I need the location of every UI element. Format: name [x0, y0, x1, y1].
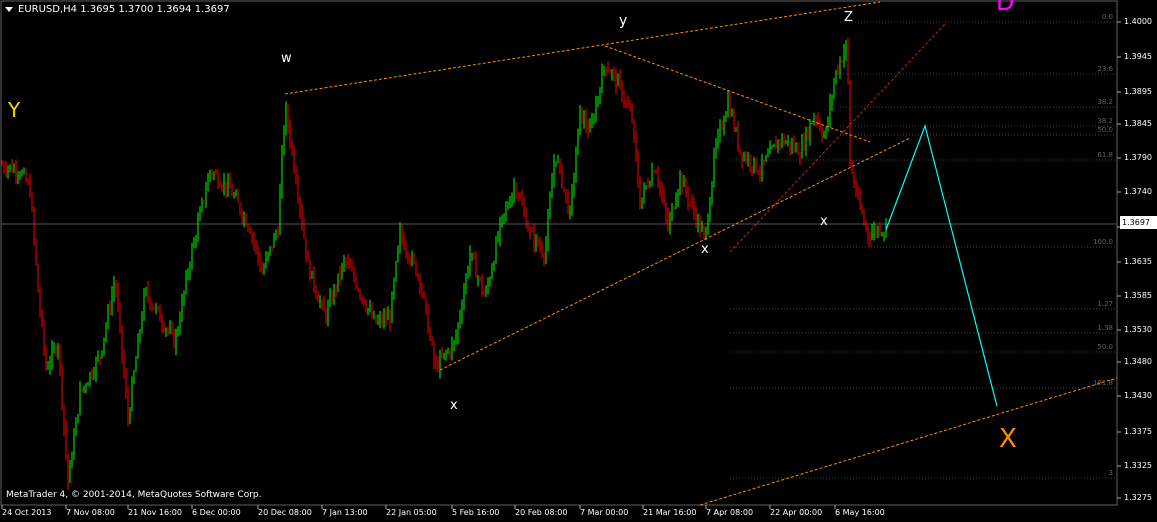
- copyright-text: MetaTrader 4, © 2001-2014, MetaQuotes So…: [6, 490, 262, 500]
- price-tick-label: 1.3945: [1124, 52, 1152, 61]
- wave-label: x: [820, 214, 828, 229]
- time-tick-label: 20 Feb 08:00: [515, 508, 568, 517]
- time-tick-label: 5 Feb 16:00: [452, 508, 500, 517]
- chart-menu-arrow-icon[interactable]: [5, 7, 13, 12]
- time-tick-label: 20 Dec 08:00: [258, 508, 312, 517]
- time-tick-label: 7 Apr 08:00: [706, 508, 754, 517]
- wave-label: y: [619, 13, 628, 29]
- wave-label: w: [281, 51, 292, 66]
- price-chart[interactable]: [0, 0, 1157, 522]
- price-tick-label: 1.3790: [1124, 153, 1152, 162]
- fib-level-label: 23.6: [1097, 65, 1113, 73]
- price-tick-label: 1.3895: [1124, 87, 1152, 96]
- fib-level-label: 50.0: [1097, 343, 1113, 351]
- price-tick-label: 1.3275: [1124, 493, 1152, 502]
- fib-level-label: 100.0: [1092, 238, 1113, 246]
- fib-level-label: 3: [1108, 469, 1113, 477]
- target-channel-line: [699, 377, 1118, 506]
- price-tick-label: 1.3585: [1124, 291, 1152, 300]
- fib-level-label: 1.38: [1097, 324, 1113, 332]
- projection-path: [885, 123, 998, 407]
- price-tick-label: 1.3635: [1124, 257, 1152, 266]
- fib-level-label: 1.27: [1097, 300, 1113, 308]
- symbol-info: EURUSD,H4 1.3695 1.3700 1.3694 1.3697: [18, 4, 230, 15]
- time-tick-label: 7 Jan 13:00: [322, 508, 368, 517]
- time-tick-label: 22 Apr 00:00: [770, 508, 823, 517]
- fib-level-label: 50.0: [1097, 126, 1113, 134]
- time-tick-label: 6 Dec 00:00: [192, 508, 241, 517]
- time-tick-label: 6 May 16:00: [835, 508, 885, 517]
- wave-label: D: [996, 0, 1015, 16]
- time-tick-label: 21 Mar 16:00: [643, 508, 697, 517]
- time-tick-label: 21 Nov 16:00: [128, 508, 182, 517]
- price-tick-label: 1.3845: [1124, 119, 1152, 128]
- price-tick-label: 1.3375: [1124, 427, 1152, 436]
- price-tick-label: 1.3740: [1124, 187, 1152, 196]
- wave-label: x: [450, 398, 458, 413]
- fib-level-label: 61.8: [1097, 151, 1113, 159]
- wave-label: Y: [8, 98, 21, 122]
- fan-line: [729, 23, 946, 253]
- price-tick-label: 1.3430: [1124, 391, 1152, 400]
- channel-upper-line: [284, 1, 881, 95]
- channel-lower-line: [439, 137, 911, 371]
- wave-label: x: [701, 242, 709, 257]
- time-tick-label: 7 Mar 00:00: [580, 508, 629, 517]
- fib-level-label: 38.2: [1097, 117, 1113, 125]
- chart-window[interactable]: EURUSD,H4 1.3695 1.3700 1.3694 1.3697 Me…: [0, 0, 1157, 522]
- fib-level-label: 38.2: [1097, 98, 1113, 106]
- price-tick-label: 1.3325: [1124, 461, 1152, 470]
- wave-label: X: [999, 424, 1017, 454]
- current-price-label: 1.3697: [1120, 216, 1157, 229]
- time-tick-label: 22 Jan 05:00: [386, 508, 437, 517]
- wave-label: Z: [844, 10, 853, 25]
- fib-level-label: 0.0: [1101, 13, 1113, 21]
- price-tick-label: 1.4000: [1124, 17, 1152, 26]
- price-tick-label: 1.3530: [1124, 325, 1152, 334]
- time-tick-label: 7 Nov 08:00: [66, 508, 115, 517]
- time-tick-label: 24 Oct 2013: [2, 508, 52, 517]
- price-tick-label: 1.3480: [1124, 357, 1152, 366]
- fib-level-label: 161.8: [1092, 379, 1113, 387]
